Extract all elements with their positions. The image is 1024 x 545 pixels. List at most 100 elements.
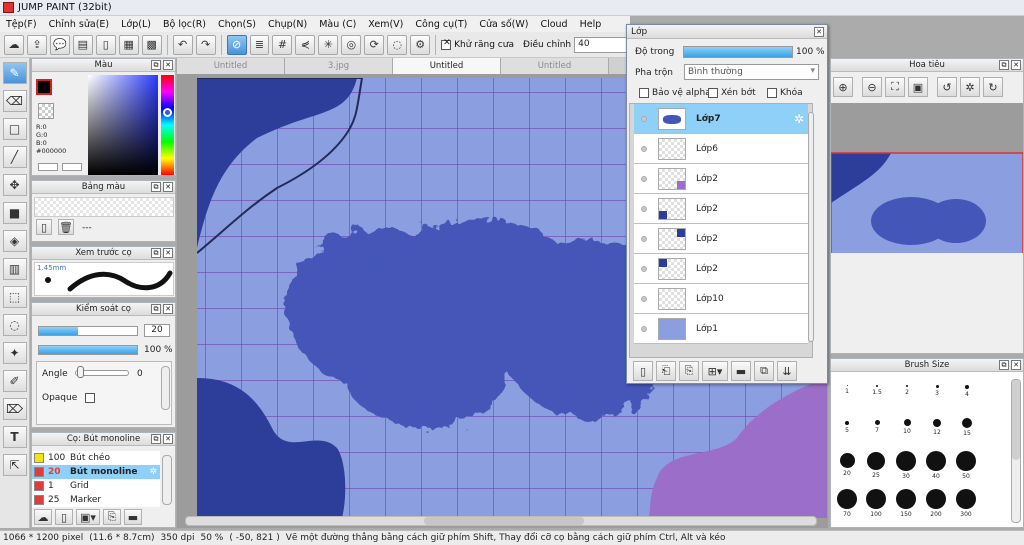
foreground-swatch[interactable]: [36, 79, 52, 95]
radial-snap-icon[interactable]: ✳: [318, 34, 339, 55]
brush-item[interactable]: 20 Bút monoline ✲: [32, 465, 160, 479]
menu-filter[interactable]: Bộ lọc(R): [157, 19, 212, 30]
lock-checkbox[interactable]: [767, 88, 777, 98]
brush-size-cell[interactable]: 30: [894, 451, 918, 480]
rotate-right-icon[interactable]: ↻: [983, 77, 1003, 97]
close-icon[interactable]: ✕: [163, 434, 173, 444]
saturation-value-box[interactable]: [88, 75, 158, 175]
bucket-tool-icon[interactable]: ◈: [2, 230, 27, 252]
brush-opacity-slider[interactable]: [38, 345, 138, 355]
float-icon[interactable]: ⧉: [999, 60, 1009, 70]
layer-row[interactable]: Lớp7 ✲: [634, 104, 808, 134]
select-pen-tool-icon[interactable]: ✐: [2, 370, 27, 392]
operation-tool-icon[interactable]: ⇱: [2, 454, 27, 476]
brush-size-cell[interactable]: 10: [899, 419, 915, 435]
layer-row[interactable]: Lớp2: [634, 224, 808, 254]
swatch-add-icon[interactable]: ▯: [36, 219, 52, 235]
brush-size-cell[interactable]: 150: [894, 489, 918, 518]
menu-help[interactable]: Help: [574, 19, 608, 30]
circle-snap-icon[interactable]: ◎: [341, 34, 362, 55]
menu-cloud[interactable]: Cloud: [534, 19, 573, 30]
layer-row[interactable]: Lớp6: [634, 134, 808, 164]
close-icon[interactable]: ✕: [814, 27, 824, 37]
undo-icon[interactable]: ↶: [172, 34, 193, 55]
brush-size-input[interactable]: 20: [144, 324, 170, 337]
float-icon[interactable]: ⧉: [151, 248, 161, 258]
layer-visibility-icon[interactable]: [634, 295, 654, 302]
curve-snap-icon[interactable]: ⟳: [364, 34, 385, 55]
brush-size-cell[interactable]: 100: [864, 489, 888, 518]
antialias-checkbox[interactable]: ✕: [441, 38, 452, 50]
menu-select[interactable]: Chọn(S): [212, 19, 262, 30]
angle-handle[interactable]: [77, 366, 84, 378]
layer-visibility-icon[interactable]: [634, 205, 654, 212]
color-mode-button-2[interactable]: [62, 163, 82, 171]
no-snap-icon[interactable]: ⊘: [226, 34, 247, 55]
brush-size-cell[interactable]: 15: [959, 418, 975, 437]
text-tool-icon[interactable]: T: [2, 426, 27, 448]
document-tab[interactable]: Untitled: [501, 58, 609, 74]
float-icon[interactable]: ⧉: [151, 304, 161, 314]
new-layer-stack-icon[interactable]: ⎘: [679, 361, 699, 381]
brush-copy-icon[interactable]: ⎘: [103, 509, 121, 525]
reset-view-icon[interactable]: ✲: [960, 77, 980, 97]
pages-icon[interactable]: ▦: [118, 34, 139, 55]
page-icon[interactable]: ▯: [95, 34, 116, 55]
fit-window-icon[interactable]: ⛶: [885, 77, 905, 97]
brush-size-cell[interactable]: 50: [954, 451, 978, 480]
layer-folder-icon[interactable]: ▬: [731, 361, 751, 381]
comment-list-icon[interactable]: ▤: [72, 34, 93, 55]
zoom-in-icon[interactable]: ⊕: [833, 77, 853, 97]
layer-visibility-icon[interactable]: [634, 115, 654, 122]
layer-visibility-icon[interactable]: [634, 265, 654, 272]
lasso-tool-icon[interactable]: ◌: [2, 314, 27, 336]
brush-size-cell[interactable]: 7: [869, 420, 885, 434]
menu-tools[interactable]: Công cụ(T): [409, 19, 473, 30]
brush-size-cell[interactable]: 40: [924, 451, 948, 480]
float-icon[interactable]: ⧉: [999, 360, 1009, 370]
layer-row[interactable]: Lớp2: [634, 194, 808, 224]
float-icon[interactable]: ⧉: [151, 182, 161, 192]
protect-alpha-checkbox[interactable]: [639, 88, 649, 98]
select-eraser-tool-icon[interactable]: ⌦: [2, 398, 27, 420]
brush-item[interactable]: 25 Marker: [32, 493, 160, 507]
swatch-strip[interactable]: [34, 197, 174, 217]
brush-size-cell[interactable]: 12: [929, 419, 945, 436]
color-mode-button-1[interactable]: [38, 163, 58, 171]
brush-size-cell[interactable]: 5: [839, 421, 855, 434]
brush-size-cell[interactable]: 20: [835, 453, 859, 477]
brush-size-cell[interactable]: 4: [959, 385, 975, 398]
close-icon[interactable]: ✕: [1011, 60, 1021, 70]
layer-merge-icon[interactable]: ⇊: [777, 361, 797, 381]
layer-opacity-slider[interactable]: [683, 46, 793, 58]
adjust-input[interactable]: 40: [574, 36, 630, 53]
layer-row[interactable]: Lớp2: [634, 254, 808, 284]
grid-settings-icon[interactable]: ▩: [141, 34, 162, 55]
redo-icon[interactable]: ↷: [195, 34, 216, 55]
layer-visibility-icon[interactable]: [634, 325, 654, 332]
grid-snap-icon[interactable]: #: [272, 34, 293, 55]
comment-icon[interactable]: 💬: [49, 34, 70, 55]
menu-view[interactable]: Xem(V): [362, 19, 409, 30]
snap-settings-icon[interactable]: ⚙: [410, 34, 431, 55]
menu-edit[interactable]: Chỉnh sửa(E): [43, 19, 116, 30]
line-tool-icon[interactable]: ╱: [2, 146, 27, 168]
menu-capture[interactable]: Chụp(N): [262, 19, 313, 30]
layer-settings-icon[interactable]: ✲: [794, 112, 804, 126]
brush-size-cell[interactable]: 1: [839, 385, 855, 395]
brush-size-slider[interactable]: [38, 326, 138, 336]
brush-settings-icon[interactable]: ✲: [149, 467, 157, 477]
fill-rect-tool-icon[interactable]: ■: [2, 202, 27, 224]
document-tab[interactable]: Untitled: [177, 58, 285, 74]
layer-visibility-icon[interactable]: [634, 175, 654, 182]
layer-visibility-icon[interactable]: [634, 145, 654, 152]
close-icon[interactable]: ✕: [163, 304, 173, 314]
actual-size-icon[interactable]: ▣: [908, 77, 928, 97]
menu-color[interactable]: Màu (C): [313, 19, 362, 30]
swatch-delete-icon[interactable]: 🗑: [58, 219, 74, 235]
perspective-snap-icon[interactable]: ⋞: [295, 34, 316, 55]
brush-size-cell[interactable]: 2: [899, 385, 915, 396]
document-tab[interactable]: 3.jpg: [285, 58, 393, 74]
close-icon[interactable]: ✕: [163, 60, 173, 70]
brush-item[interactable]: 1 Grid: [32, 479, 160, 493]
